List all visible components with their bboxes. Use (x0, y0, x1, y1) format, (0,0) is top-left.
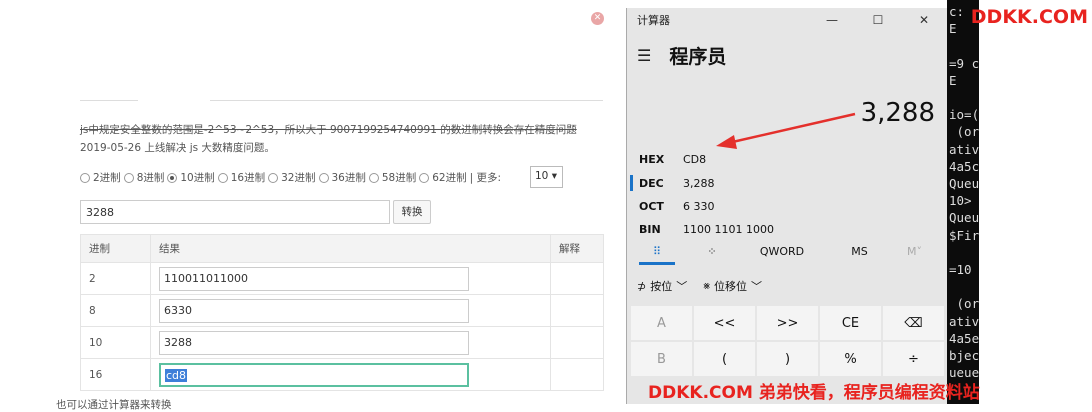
terminal-line: ativ (949, 313, 979, 329)
terminal-line: $Fir (949, 227, 979, 243)
terminal-line: bjec (949, 348, 979, 363)
annotation-arrow (716, 112, 856, 149)
arrow-head (716, 135, 737, 149)
terminal-line: 4a5e (949, 330, 979, 346)
terminal-line: E (949, 21, 957, 37)
watermark-bottom: DDKK.COM 弟弟快看，程序员编程资料站 (648, 383, 980, 403)
terminal-line: Queu (949, 176, 979, 191)
watermark-top: DDKK.COM (970, 6, 1088, 28)
terminal-line: Queu (949, 210, 979, 226)
arrow-shaft (727, 112, 856, 145)
terminal-line: (or (949, 124, 979, 140)
terminal-line: =9 c (949, 55, 979, 71)
terminal-line: 4a5c (949, 158, 979, 174)
terminal-line: io=( (949, 107, 979, 123)
terminal-line: 10> (949, 193, 972, 209)
terminal-line: ativ (949, 141, 979, 157)
terminal-window: c: E =9 c Eio=( (or ativ 4a5c Queu 10> Queu $Fir =… (947, 0, 979, 404)
terminal-line: =10 (949, 262, 972, 277)
terminal-line: c: (949, 4, 965, 19)
terminal-line: E (949, 72, 957, 88)
terminal-line: (or (949, 296, 979, 312)
